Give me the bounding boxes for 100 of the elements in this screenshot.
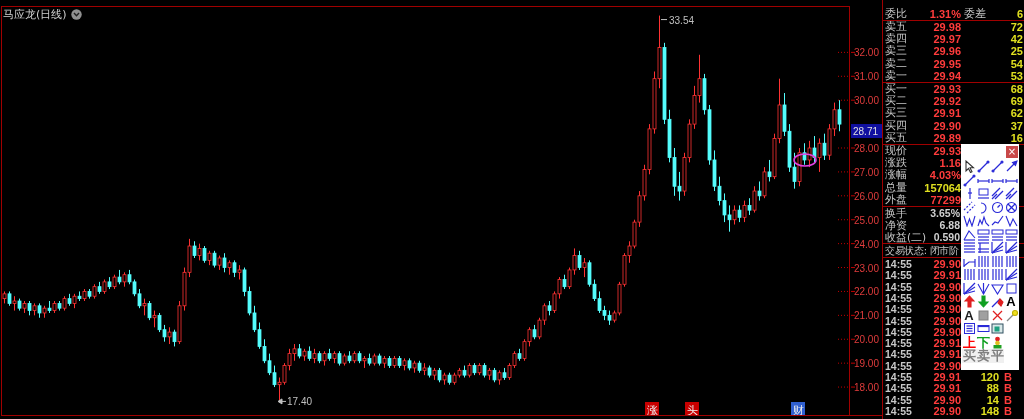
bid-price: 29.89: [932, 131, 961, 144]
price-axis-label: 18.00: [853, 382, 879, 394]
quote-label: 涨幅: [884, 169, 908, 182]
tick-price: 29.90: [932, 303, 961, 316]
price-axis-label: 22.00: [853, 286, 879, 298]
tick-time: 14:55: [884, 258, 913, 271]
event-marker[interactable]: 头: [685, 402, 699, 417]
quote-value: 77299: [929, 193, 961, 206]
tick-time: 14:55: [884, 382, 913, 395]
price-axis-label: 26.00: [853, 190, 879, 202]
price-axis-label: 24.00: [853, 238, 879, 250]
price-axis-label: 28.00: [853, 143, 879, 154]
high-price-label: 33.54: [669, 14, 695, 26]
price-axis-label: 31.00: [853, 71, 879, 83]
tick-time: 14:55: [884, 303, 913, 316]
quote-value: 4.03%: [928, 169, 961, 182]
bid-volume: 16: [1010, 131, 1024, 144]
stat-label: 收益(二): [884, 231, 927, 244]
tick-time: 14:55: [884, 280, 913, 293]
ask-label: 卖二: [884, 57, 908, 70]
tick-price: 29.90: [932, 258, 961, 271]
ask-price: 29.94: [932, 69, 961, 82]
ask-volume: 42: [1010, 33, 1024, 46]
bid-volume: 69: [1010, 95, 1024, 108]
close-button[interactable]: ×: [1006, 146, 1018, 158]
ask-price: 29.95: [932, 57, 961, 70]
ask-label: 卖一: [884, 69, 908, 82]
current-price-tag: 28.71: [851, 124, 882, 139]
bid-volume: 37: [1010, 119, 1024, 132]
tick-time: 14:55: [884, 348, 913, 361]
tick-price: 29.91: [932, 371, 961, 383]
tick-time: 14:55: [884, 371, 913, 383]
bid-price: 29.91: [932, 107, 961, 120]
tick-price: 29.91: [932, 337, 961, 350]
bid-label: 买五: [884, 131, 908, 144]
ask-volume: 72: [1010, 21, 1024, 34]
tool-button[interactable]: 上: [962, 335, 976, 349]
ask-price: 29.97: [932, 33, 961, 46]
tick-time: 14:55: [884, 404, 913, 417]
stat-value: 6.88: [939, 219, 960, 232]
quote-label: 委差: [964, 7, 986, 20]
tick-side: B: [1004, 404, 1012, 417]
tool-button[interactable]: A: [962, 308, 976, 322]
tool-button[interactable]: 下: [976, 335, 990, 349]
price-axis-label: 27.00: [853, 166, 879, 178]
tick-time: 14:55: [884, 337, 913, 350]
tick-volume: 88: [985, 382, 999, 395]
quote-value: 6: [1016, 7, 1024, 20]
quote-value: 157064: [923, 181, 961, 194]
event-marker[interactable]: 涨: [645, 402, 659, 417]
ask-volume: 53: [1010, 69, 1024, 82]
tick-time: 14:55: [884, 269, 913, 282]
price-axis-label: 20.00: [853, 334, 879, 346]
bid-price: 29.90: [932, 119, 961, 132]
tick-time: 14:55: [884, 393, 913, 406]
tick-price: 29.90: [932, 280, 961, 293]
bid-label: 买二: [884, 95, 908, 108]
bid-label: 买三: [884, 107, 908, 120]
trade-status: 交易状态: 闭市阶: [885, 244, 959, 257]
tick-side: B: [1004, 393, 1012, 406]
tick-time: 14:55: [884, 291, 913, 304]
tick-side: B: [1004, 382, 1012, 395]
tick-price: 29.91: [932, 269, 961, 282]
tool-button[interactable]: A: [1004, 295, 1018, 309]
tick-price: 29.90: [932, 325, 961, 338]
price-axis-label: 21.00: [853, 310, 879, 322]
ask-price: 29.98: [932, 21, 961, 34]
chart-title: 马应龙(日线): [3, 7, 67, 22]
quote-label: 涨跌: [884, 157, 908, 170]
bid-volume: 68: [1010, 83, 1024, 96]
tick-side: B: [1004, 371, 1012, 383]
tick-volume: 120: [979, 371, 999, 383]
quote-label: 外盘: [884, 193, 908, 206]
bid-volume: 62: [1010, 107, 1024, 120]
price-axis-label: 32.00: [853, 47, 879, 59]
tick-volume: 14: [985, 393, 999, 406]
ask-label: 卖五: [884, 21, 908, 34]
tick-price: 29.90: [932, 291, 961, 304]
tick-price: 29.90: [932, 359, 961, 372]
price-axis-label: 19.00: [853, 358, 879, 370]
quote-label: 委比: [884, 7, 908, 20]
event-marker[interactable]: 财: [791, 402, 805, 417]
tick-price: 29.90: [932, 404, 961, 417]
ask-label: 卖四: [884, 33, 908, 46]
quote-label: 现价: [884, 144, 908, 157]
ask-price: 29.96: [932, 45, 961, 58]
bid-price: 29.92: [932, 95, 961, 108]
price-axis-label: 23.00: [853, 262, 879, 274]
tick-time: 14:55: [884, 359, 913, 372]
quote-value: 1.31%: [928, 7, 961, 20]
tick-time: 14:55: [884, 325, 913, 338]
tick-price: 29.91: [932, 348, 961, 361]
stat-value: 3.65%: [930, 206, 960, 219]
stat-label: 换手: [884, 206, 907, 219]
tick-time: 14:55: [884, 314, 913, 327]
bid-label: 买一: [884, 83, 908, 96]
tick-volume: 148: [979, 404, 999, 417]
quote-value: 1.16: [938, 157, 961, 170]
ask-label: 卖三: [884, 45, 908, 58]
tick-price: 29.91: [932, 382, 961, 395]
